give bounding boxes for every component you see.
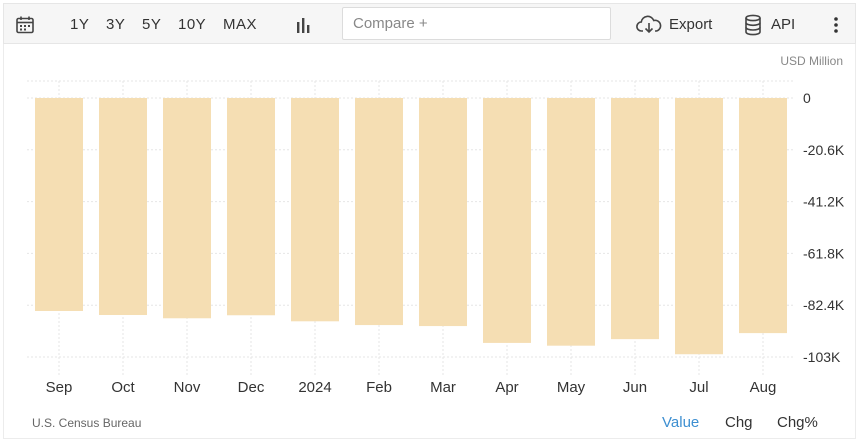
x-tick-label: Nov xyxy=(174,379,201,396)
bar xyxy=(483,98,531,343)
bar xyxy=(291,98,339,322)
bar xyxy=(739,98,787,334)
mode-chg-pct-button[interactable]: Chg% xyxy=(777,414,818,431)
bar xyxy=(99,98,147,316)
x-tick-label: Jul xyxy=(689,379,708,396)
y-tick-label: -61.8K xyxy=(803,245,845,261)
x-tick-label: May xyxy=(557,379,586,396)
x-tick-label: Apr xyxy=(495,379,518,396)
bar xyxy=(227,98,275,316)
x-tick-label: Dec xyxy=(238,379,265,396)
mode-switch: Value Chg Chg% xyxy=(0,414,859,434)
bar xyxy=(163,98,211,319)
x-tick-label: Aug xyxy=(750,379,777,396)
bar-chart: 0 -20.6K -41.2K -61.8K -82.4K -103K Sep Oct Nov D… xyxy=(27,80,845,396)
x-tick-label: Oct xyxy=(111,379,135,396)
bar xyxy=(547,98,595,346)
x-tick-label: Mar xyxy=(430,379,456,396)
mode-chg-button[interactable]: Chg xyxy=(725,414,753,431)
bar xyxy=(35,98,83,311)
x-tick-label: 2024 xyxy=(298,379,331,396)
x-tick-label: Feb xyxy=(366,379,392,396)
y-tick-label: 0 xyxy=(803,90,811,106)
y-tick-label: -20.6K xyxy=(803,142,845,158)
x-tick-label: Jun xyxy=(623,379,647,396)
bar xyxy=(611,98,659,340)
y-tick-label: -41.2K xyxy=(803,194,845,210)
y-tick-label: -82.4K xyxy=(803,297,845,313)
bar xyxy=(419,98,467,327)
bar xyxy=(355,98,403,326)
bar xyxy=(675,98,723,355)
mode-value-button[interactable]: Value xyxy=(662,414,699,431)
y-tick-label: -103K xyxy=(803,349,841,365)
x-tick-label: Sep xyxy=(46,379,73,396)
